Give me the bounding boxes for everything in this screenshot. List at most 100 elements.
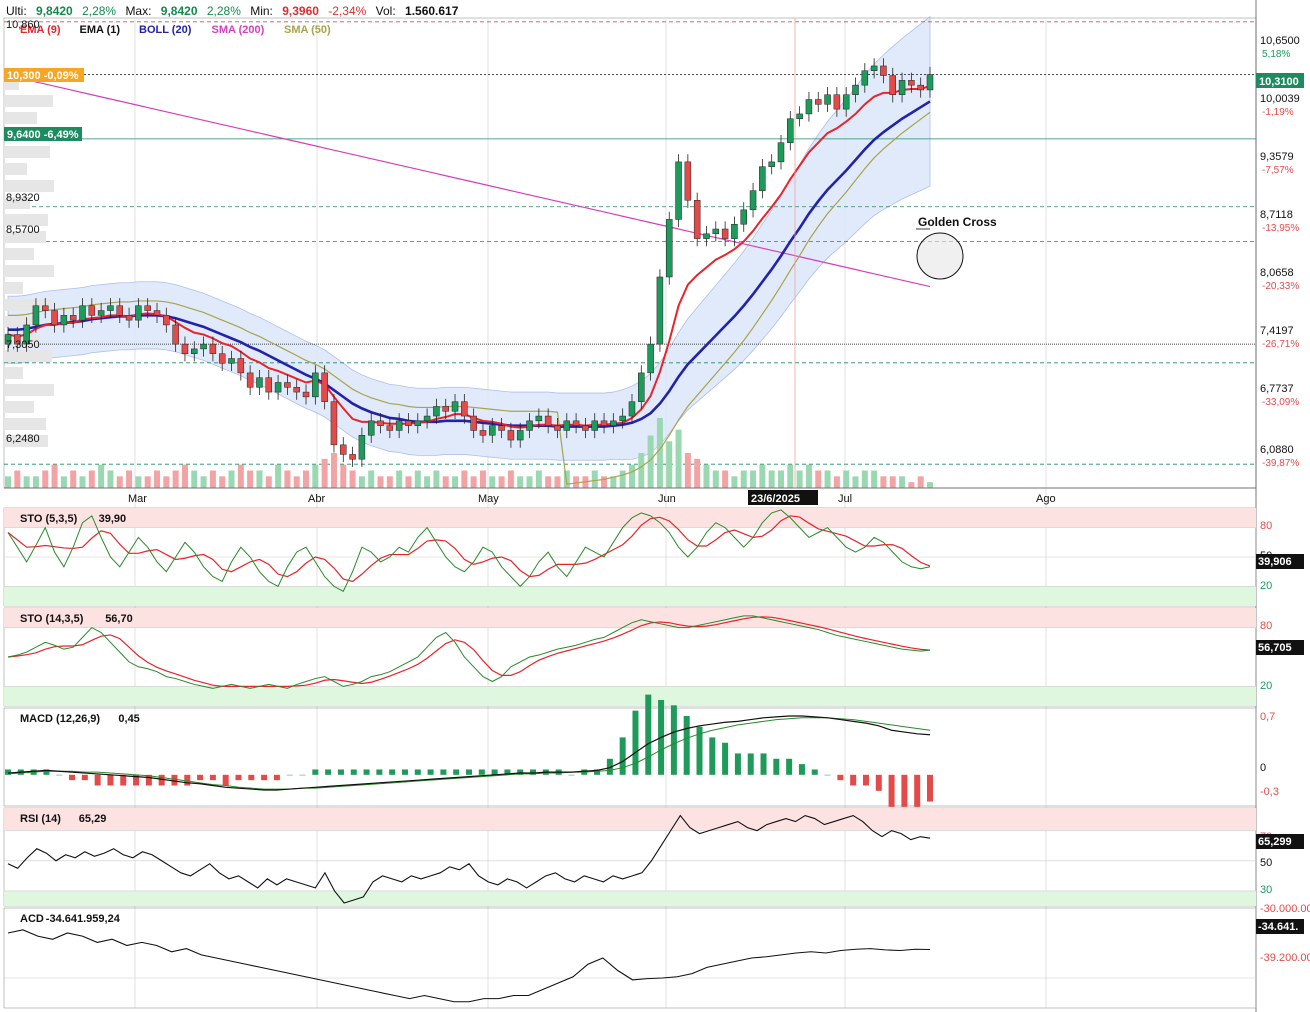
macd-histogram-bar (299, 774, 306, 776)
indicator-axis-label: -30.000.000 (1260, 903, 1310, 915)
candle-body (740, 209, 747, 225)
level-label: 6,2480 (6, 433, 40, 445)
volume-bar (507, 470, 514, 488)
macd-histogram-bar (235, 774, 242, 781)
candle-body (665, 219, 673, 278)
candle-body (917, 84, 924, 91)
candle-body (759, 166, 766, 191)
indicator-badge-label: 65,299 (1258, 836, 1292, 848)
macd-histogram-bar (427, 769, 434, 775)
volume-bar (498, 476, 505, 488)
volume-bar (275, 464, 282, 488)
candle-body (349, 454, 356, 460)
candle-body (135, 305, 142, 321)
macd-histogram-bar (747, 753, 754, 775)
volume-bar (442, 476, 449, 488)
macd-histogram-bar (722, 742, 729, 775)
candle-body (470, 415, 477, 431)
candle-body (563, 420, 571, 431)
level-label: 8,9320 (6, 192, 40, 204)
volume-bar (265, 476, 272, 488)
right-axis-value: 10,6500 (1260, 35, 1300, 47)
candle-body (787, 118, 794, 143)
candle-body (367, 420, 375, 436)
volume-bar (107, 470, 114, 488)
volume-bar (815, 470, 822, 488)
level-label: 7,3050 (6, 339, 40, 351)
indicator-axis-label: 20 (1260, 580, 1272, 592)
volume-bar (656, 418, 663, 488)
volume-profile-bar (4, 163, 27, 175)
macd-histogram-bar (466, 769, 472, 775)
candle-body (749, 190, 757, 211)
volume-bar (768, 470, 775, 488)
volume-bar (228, 470, 235, 488)
volume-bar (191, 470, 198, 488)
candle-body (395, 420, 403, 431)
macd-histogram-bar (376, 769, 383, 775)
macd-histogram-bar (734, 753, 741, 775)
volume-bar (489, 476, 496, 488)
macd-histogram-bar (850, 774, 857, 786)
volume-bar (722, 470, 729, 488)
candle-body (870, 65, 878, 72)
candle-body (684, 161, 692, 201)
macd-histogram-bar (248, 774, 255, 781)
ulti-pct: 2,28% (82, 4, 117, 18)
right-axis-value: 9,3579 (1260, 151, 1294, 163)
candle-body (200, 343, 207, 350)
volume-bar (871, 470, 878, 488)
candle-body (712, 228, 720, 235)
indicator-axis-label: 80 (1260, 520, 1272, 532)
volume-bar (712, 470, 719, 488)
volume-bar (796, 470, 803, 488)
volume-profile-bar (4, 418, 46, 430)
macd-histogram-bar (645, 694, 652, 775)
candle-body (218, 353, 226, 364)
stock-chart[interactable]: Golden Cross EMA (9) EMA (1) BOLL (20) SMA (… (0, 0, 1310, 1012)
volume-profile-bar (4, 180, 54, 192)
indicator-title: ACD (20, 913, 44, 925)
candle-body (498, 425, 505, 431)
macd-histogram-bar (760, 753, 767, 775)
indicator-badge-label: 56,705 (1258, 642, 1292, 654)
volume-bar (563, 470, 570, 488)
candle-body (312, 372, 319, 398)
indicator-axis-label: 0 (1260, 762, 1266, 774)
volume-bar (163, 476, 170, 488)
chart-canvas[interactable]: Golden CrossEMA (9) EMA (1) BOLL (20) SMA (… (0, 0, 1310, 1012)
volume-bar (293, 476, 300, 488)
macd-histogram-bar (632, 710, 639, 775)
volume-bar (666, 441, 673, 488)
right-axis-pct: -26,71% (1262, 339, 1299, 350)
volume-bar (135, 476, 142, 488)
indicator-axis-label: 20 (1260, 680, 1272, 692)
candle-body (181, 343, 189, 354)
macd-histogram-bar (670, 705, 677, 775)
candle-body (842, 94, 850, 110)
candle-body (442, 406, 449, 412)
indicator-value: 65,29 (79, 813, 107, 825)
candle-body (880, 65, 887, 76)
macd-histogram-bar (69, 774, 76, 781)
macd-histogram-bar (56, 774, 63, 776)
candle-body (861, 70, 869, 86)
volume-bar (414, 470, 421, 488)
macd-histogram-bar (312, 769, 319, 775)
candle-body (675, 161, 682, 220)
volume-bar (777, 470, 784, 488)
volume-bar (60, 476, 67, 488)
level-label: 10,300 -0,09% (7, 70, 79, 82)
indicator-axis-label: 0,7 (1260, 711, 1275, 723)
volume-bar (219, 476, 226, 488)
candle-body (693, 199, 701, 239)
right-axis-value: 8,0658 (1260, 267, 1294, 279)
indicator-title: STO (14,3,5) (20, 613, 84, 625)
candle-body (265, 377, 273, 393)
macd-histogram-bar (619, 737, 626, 775)
volume-bar (470, 476, 477, 488)
candle-body (610, 420, 617, 426)
candle-body (824, 94, 831, 105)
volume-bar (23, 476, 30, 488)
macd-histogram-bar (81, 774, 88, 781)
